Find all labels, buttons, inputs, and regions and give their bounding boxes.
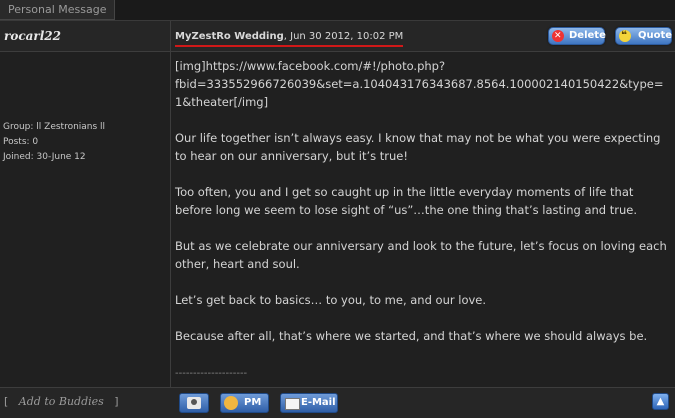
author-group: Group: ll Zestronians ll [3,122,106,132]
post-paragraph: Too often, you and I get so caught up in… [175,185,638,217]
post-paragraph: Let’s get back to basics… to you, to me,… [175,293,487,307]
quote-icon [619,28,631,44]
email-button[interactable]: E-Mail [280,393,338,413]
add-to-buddies-link[interactable]: [ Add to Buddies ] [4,395,119,408]
img-tag-line-1: [img]https://www.facebook.com/#!/photo.p… [175,59,446,73]
post-title-text: MyZestRo Wedding [175,31,284,42]
post-date: , Jun 30 2012, 10:02 PM [283,31,404,42]
tab-bar: Personal Message [0,0,675,21]
post-footer: [ Add to Buddies ] PM E-Mail ▲ [0,387,675,418]
post-title[interactable]: MyZestRo Wedding, Jun 30 2012, 10:02 PM [175,31,404,47]
author-posts: Posts: 0 [3,137,39,147]
column-divider [170,21,171,417]
post-body: [img]https://www.facebook.com/#!/photo.p… [175,57,670,363]
envelope-icon [285,398,300,410]
bracket-close: ] [114,395,119,408]
bracket-open: [ [4,395,9,408]
arrow-up-icon: ▲ [656,396,665,407]
pm-button[interactable]: PM [220,393,269,413]
pm-label: PM [244,397,262,408]
post-header: rocarl22 MyZestRo Wedding, Jun 30 2012, … [0,21,675,52]
author-name[interactable]: rocarl22 [4,29,61,43]
users-icon [224,396,238,410]
profile-card-icon [187,397,201,409]
view-profile-button[interactable] [179,393,209,413]
post-paragraph: Our life together isn’t always easy. I k… [175,131,661,163]
add-to-buddies-label: Add to Buddies [18,395,104,408]
signature-separator: -------------------- [175,368,248,379]
email-label: E-Mail [301,397,336,408]
delete-icon [552,28,564,44]
img-tag-line-2: fbid=333552966726039&set=a.1040431763436… [175,77,664,109]
post-paragraph: Because after all, that’s where we start… [175,329,648,343]
scroll-top-button[interactable]: ▲ [652,393,669,410]
quote-label: Quote [638,30,673,41]
author-joined: Joined: 30-June 12 [3,152,86,162]
quote-button[interactable]: Quote [615,27,672,45]
post-paragraph: But as we celebrate our anniversary and … [175,239,667,271]
img-tag-text: [img]https://www.facebook.com/#!/photo.p… [175,57,670,111]
delete-button[interactable]: Delete [548,27,606,45]
delete-label: Delete [569,30,606,41]
author-profile: Group: ll Zestronians ll Posts: 0 Joined… [3,120,105,165]
tab-personal-message[interactable]: Personal Message [0,0,116,20]
